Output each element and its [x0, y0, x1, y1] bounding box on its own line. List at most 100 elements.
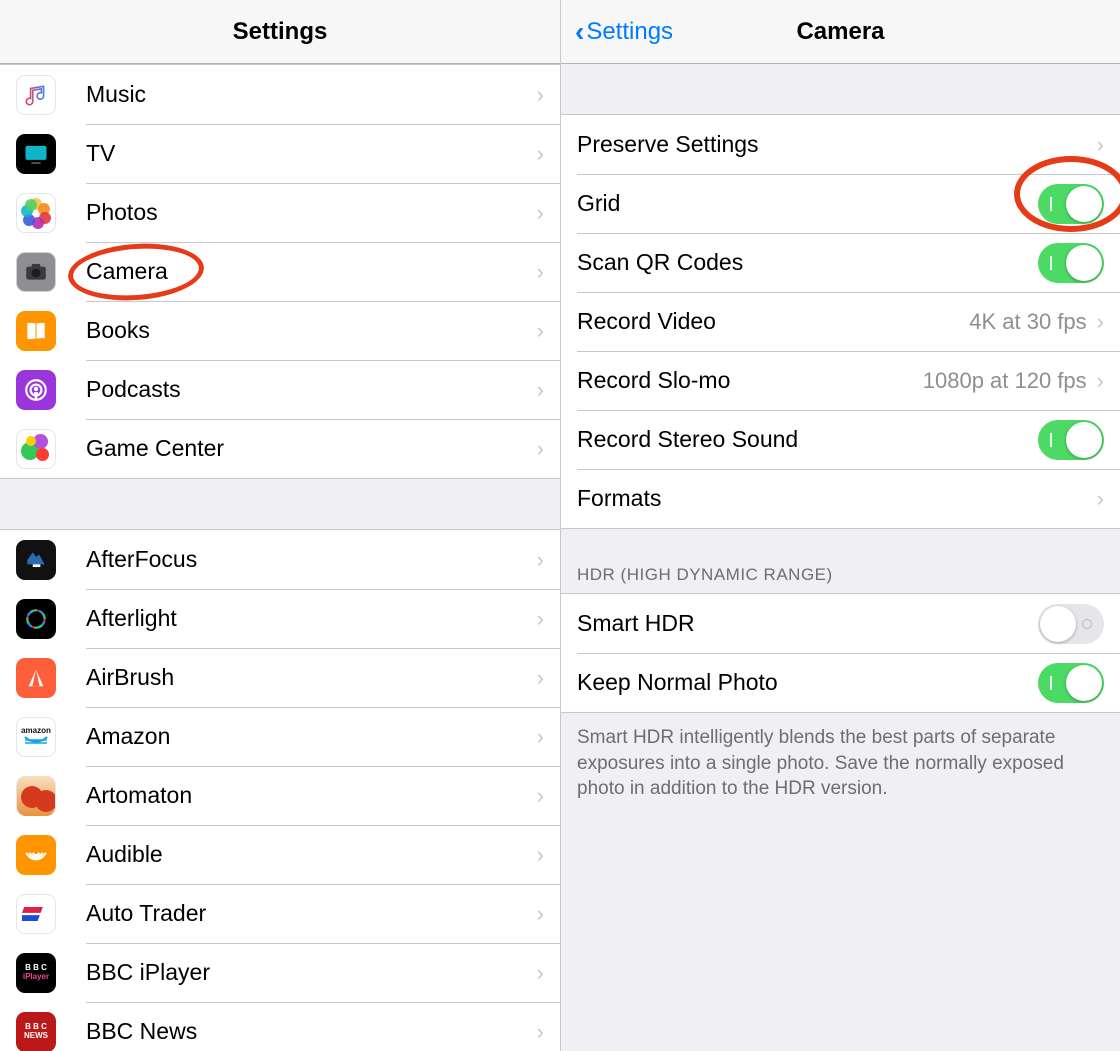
tv-icon [16, 134, 56, 174]
section-gap [561, 64, 1120, 114]
settings-row-label: Audible [86, 841, 537, 868]
camera-row-smart-hdr: Smart HDR [561, 594, 1120, 653]
books-icon [16, 311, 56, 351]
settings-row-label: Music [86, 81, 537, 108]
settings-row-camera[interactable]: Camera› [0, 242, 560, 301]
row-label: Record Slo-mo [577, 367, 923, 394]
row-label: Record Video [577, 308, 969, 335]
settings-row-label: Books [86, 317, 537, 344]
bbc-iplayer-icon: B B CiPlayer [16, 953, 56, 993]
settings-row-afterfocus[interactable]: AfterFocus› [0, 530, 560, 589]
chevron-right-icon: › [1097, 132, 1104, 158]
camera-row-record-video[interactable]: Record Video4K at 30 fps › [561, 292, 1120, 351]
afterfocus-icon [16, 540, 56, 580]
settings-row-music[interactable]: Music› [0, 65, 560, 124]
camera-row-formats[interactable]: Formats› [561, 469, 1120, 528]
settings-row-label: BBC iPlayer [86, 959, 537, 986]
settings-row-amazon[interactable]: amazonAmazon› [0, 707, 560, 766]
settings-header: Settings [0, 0, 560, 64]
camera-row-preserve-settings[interactable]: Preserve Settings› [561, 115, 1120, 174]
settings-group-thirdparty: AfterFocus›Afterlight›AirBrush›amazonAma… [0, 529, 560, 1051]
camera-settings-group: Preserve Settings›GridScan QR CodesRecor… [561, 114, 1120, 529]
camera-pane: ‹ Settings Camera Preserve Settings›Grid… [560, 0, 1120, 1051]
settings-row-podcasts[interactable]: Podcasts› [0, 360, 560, 419]
settings-row-label: Photos [86, 199, 537, 226]
settings-row-bbciplayer[interactable]: B B CiPlayer BBC iPlayer› [0, 943, 560, 1002]
grid-toggle[interactable] [1038, 184, 1104, 224]
settings-row-label: BBC News [86, 1018, 537, 1045]
artomaton-icon [16, 776, 56, 816]
back-button[interactable]: ‹ Settings [575, 0, 673, 63]
settings-row-autotrader[interactable]: Auto Trader› [0, 884, 560, 943]
chevron-right-icon: › [537, 665, 544, 691]
chevron-right-icon: › [537, 1019, 544, 1045]
airbrush-icon [16, 658, 56, 698]
chevron-right-icon: › [1097, 309, 1104, 335]
scan-qr-codes-toggle[interactable] [1038, 243, 1104, 283]
settings-row-label: Afterlight [86, 605, 537, 632]
chevron-right-icon: › [537, 547, 544, 573]
chevron-right-icon: › [537, 377, 544, 403]
audible-icon [16, 835, 56, 875]
keep-normal-photo-toggle[interactable] [1038, 663, 1104, 703]
chevron-left-icon: ‹ [575, 18, 584, 46]
settings-row-audible[interactable]: Audible› [0, 825, 560, 884]
chevron-right-icon: › [537, 901, 544, 927]
settings-row-label: Podcasts [86, 376, 537, 403]
settings-row-label: Camera [86, 258, 537, 285]
bbc-news-icon: B B CNEWS [16, 1012, 56, 1051]
camera-row-record-slo-mo[interactable]: Record Slo-mo1080p at 120 fps › [561, 351, 1120, 410]
hdr-footer-text: Smart HDR intelligently blends the best … [561, 713, 1120, 814]
camera-row-grid: Grid [561, 174, 1120, 233]
game-center-icon [16, 429, 56, 469]
camera-row-keep-normal-photo: Keep Normal Photo [561, 653, 1120, 712]
row-label: Formats [577, 485, 1097, 512]
row-value: 1080p at 120 fps [923, 368, 1087, 394]
settings-title: Settings [233, 18, 328, 46]
camera-row-scan-qr-codes: Scan QR Codes [561, 233, 1120, 292]
chevron-right-icon: › [537, 141, 544, 167]
podcasts-icon [16, 370, 56, 410]
section-gap [0, 479, 560, 529]
settings-row-tv[interactable]: TV› [0, 124, 560, 183]
auto-trader-icon [16, 894, 56, 934]
settings-row-label: AfterFocus [86, 546, 537, 573]
settings-row-artomaton[interactable]: Artomaton› [0, 766, 560, 825]
record-stereo-sound-toggle[interactable] [1038, 420, 1104, 460]
chevron-right-icon: › [537, 200, 544, 226]
chevron-right-icon: › [1097, 368, 1104, 394]
back-label: Settings [586, 18, 673, 46]
settings-row-afterlight[interactable]: Afterlight› [0, 589, 560, 648]
settings-row-label: Artomaton [86, 782, 537, 809]
settings-row-photos[interactable]: Photos› [0, 183, 560, 242]
chevron-right-icon: › [537, 606, 544, 632]
row-label: Record Stereo Sound [577, 426, 1038, 453]
chevron-right-icon: › [537, 259, 544, 285]
settings-row-bbcnews[interactable]: B B CNEWS BBC News› [0, 1002, 560, 1051]
chevron-right-icon: › [537, 842, 544, 868]
hdr-section-header: HDR (HIGH DYNAMIC RANGE) [561, 529, 1120, 593]
row-label: Preserve Settings [577, 131, 1097, 158]
settings-row-books[interactable]: Books› [0, 301, 560, 360]
chevron-right-icon: › [537, 436, 544, 462]
chevron-right-icon: › [537, 783, 544, 809]
settings-group-apple: Music›TV›Photos›Camera›Books›Podcasts›Ga… [0, 64, 560, 479]
row-label: Scan QR Codes [577, 249, 1038, 276]
camera-icon [16, 252, 56, 292]
camera-header: ‹ Settings Camera [561, 0, 1120, 64]
hdr-settings-group: Smart HDR Keep Normal Photo [561, 593, 1120, 713]
amazon-icon: amazon [16, 717, 56, 757]
photos-icon [16, 193, 56, 233]
chevron-right-icon: › [537, 960, 544, 986]
settings-row-label: Amazon [86, 723, 537, 750]
row-label: Smart HDR [577, 610, 1038, 637]
settings-row-label: Game Center [86, 435, 537, 462]
row-value: 4K at 30 fps [969, 309, 1086, 335]
smart-hdr-toggle[interactable] [1038, 604, 1104, 644]
chevron-right-icon: › [537, 318, 544, 344]
music-icon [16, 75, 56, 115]
settings-row-gamecenter[interactable]: Game Center› [0, 419, 560, 478]
settings-row-airbrush[interactable]: AirBrush› [0, 648, 560, 707]
settings-row-label: AirBrush [86, 664, 537, 691]
row-label: Grid [577, 190, 1038, 217]
